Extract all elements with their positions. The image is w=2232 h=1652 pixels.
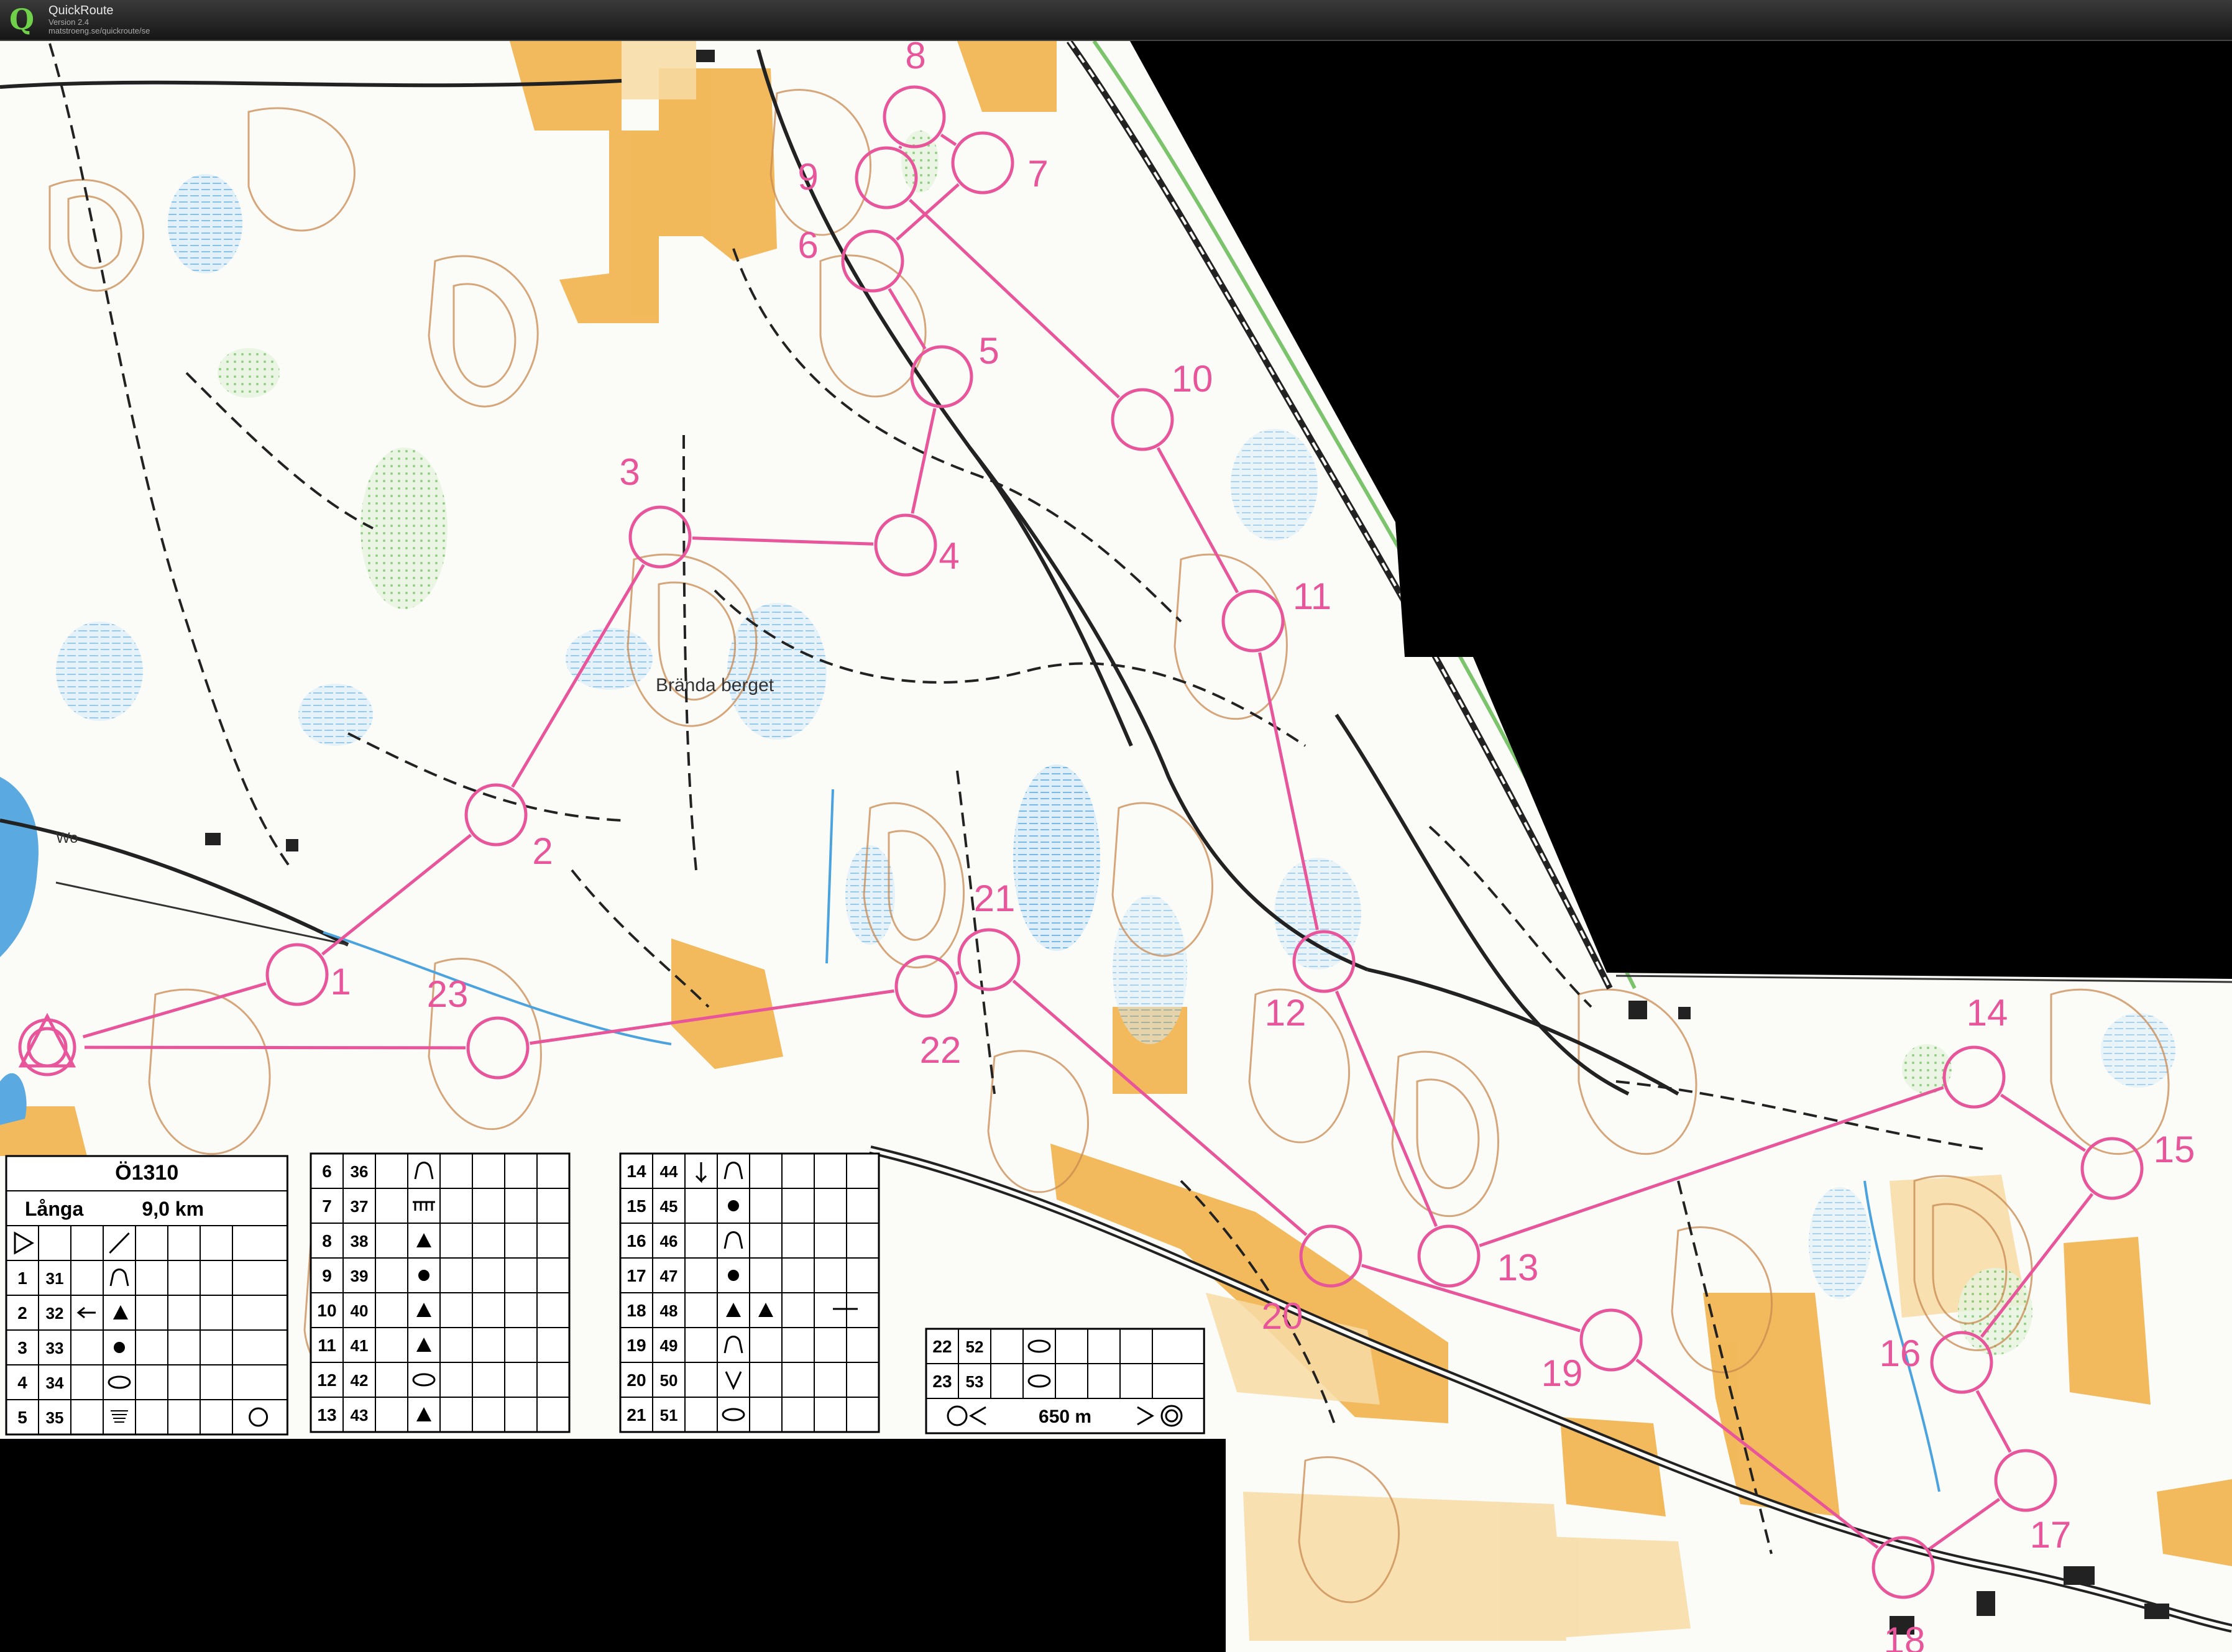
control-code: 47 — [660, 1267, 678, 1285]
control-seq: 18 — [627, 1301, 646, 1320]
control-seq: 15 — [627, 1196, 646, 1216]
control-seq: 12 — [317, 1370, 336, 1390]
orienteering-map[interactable]: Brända berget Wo 12345678910111213141516… — [0, 0, 2232, 1652]
control-seq: 5 — [17, 1408, 27, 1427]
course-leg — [955, 971, 960, 975]
control-number: 21 — [974, 878, 1016, 919]
control-seq: 21 — [627, 1405, 646, 1425]
course-leg — [898, 145, 902, 149]
control-code: 51 — [660, 1406, 678, 1425]
control-code: 44 — [660, 1162, 678, 1181]
control-number: 7 — [1027, 153, 1048, 195]
control-code: 50 — [660, 1371, 678, 1390]
finish-distance: 650 m — [1039, 1406, 1091, 1427]
control-seq: 10 — [317, 1301, 336, 1320]
control-seq: 17 — [627, 1266, 646, 1285]
control-code: 53 — [966, 1372, 984, 1391]
dot-icon — [418, 1270, 429, 1281]
class-name: Långa — [25, 1198, 83, 1220]
control-seq: 19 — [627, 1336, 646, 1355]
control-seq: 13 — [317, 1405, 336, 1425]
description-table: 6 36 7 37 8 38 9 39 10 40 11 41 12 42 13 43 — [310, 1152, 571, 1433]
control-seq: 20 — [627, 1370, 646, 1390]
control-seq: 1 — [17, 1269, 27, 1288]
control-code: 35 — [46, 1408, 64, 1427]
course-name: Ö1310 — [115, 1161, 178, 1185]
control-number: 9 — [797, 156, 818, 198]
control-number: 2 — [532, 830, 553, 872]
control-number: 15 — [2154, 1129, 2195, 1170]
control-number: 20 — [1262, 1295, 1303, 1337]
control-number: 6 — [797, 224, 818, 266]
control-seq: 9 — [322, 1266, 332, 1285]
control-number: 17 — [2030, 1514, 2072, 1556]
control-seq: 3 — [17, 1338, 27, 1357]
description-table: 14 44 15 45 16 46 17 47 18 48 19 49 20 50 21 51 — [619, 1152, 880, 1433]
control-number: 18 — [1884, 1620, 1926, 1652]
control-seq: 8 — [322, 1231, 332, 1250]
control-seq: 22 — [932, 1337, 952, 1356]
control-seq: 4 — [17, 1373, 27, 1392]
control-number: 1 — [330, 961, 351, 1003]
description-finish-table: 22 52 23 53 650 m — [925, 1328, 1205, 1434]
control-code: 42 — [351, 1371, 369, 1390]
control-number: 14 — [1967, 992, 2008, 1034]
description-header: Ö1310Långa 9,0 km1 312 323 334 345 35 — [5, 1155, 288, 1436]
control-number: 19 — [1541, 1352, 1583, 1394]
control-code: 34 — [46, 1374, 64, 1392]
control-code: 48 — [660, 1301, 678, 1320]
control-code: 45 — [660, 1197, 678, 1216]
control-code: 49 — [660, 1336, 678, 1355]
control-seq: 14 — [627, 1162, 646, 1181]
control-code: 46 — [660, 1232, 678, 1250]
control-code: 32 — [46, 1304, 64, 1323]
dot-icon — [728, 1270, 739, 1281]
control-number: 13 — [1497, 1247, 1539, 1288]
control-seq: 23 — [932, 1372, 952, 1391]
control-seq: 16 — [627, 1231, 646, 1250]
dot-icon — [728, 1200, 739, 1211]
control-code: 52 — [966, 1338, 984, 1356]
control-number: 23 — [427, 973, 469, 1015]
control-code: 31 — [46, 1269, 64, 1288]
control-number: 5 — [978, 330, 999, 372]
place-label: Brända berget — [656, 675, 774, 695]
control-number: 8 — [905, 35, 925, 76]
control-number: 10 — [1172, 358, 1213, 400]
course-length: 9,0 km — [142, 1198, 204, 1220]
place-label-wo: Wo — [56, 830, 78, 847]
control-seq: 7 — [322, 1196, 332, 1216]
control-code: 41 — [351, 1336, 369, 1355]
course-leg — [84, 1045, 466, 1050]
control-number: 12 — [1265, 992, 1307, 1034]
control-code: 33 — [46, 1339, 64, 1357]
control-number: 11 — [1293, 576, 1331, 617]
control-seq: 2 — [17, 1303, 27, 1323]
control-seq: 11 — [318, 1336, 336, 1355]
control-number: 16 — [1880, 1333, 1921, 1374]
control-code: 38 — [351, 1232, 369, 1250]
control-code: 36 — [351, 1162, 369, 1181]
control-seq: 6 — [322, 1162, 332, 1181]
control-code: 39 — [351, 1267, 369, 1285]
control-code: 43 — [351, 1406, 369, 1425]
control-number: 22 — [920, 1029, 962, 1071]
control-code: 37 — [351, 1197, 369, 1216]
control-number: 3 — [619, 451, 640, 493]
control-number: 4 — [939, 535, 959, 577]
control-code: 40 — [351, 1301, 369, 1320]
dot-icon — [114, 1342, 125, 1353]
